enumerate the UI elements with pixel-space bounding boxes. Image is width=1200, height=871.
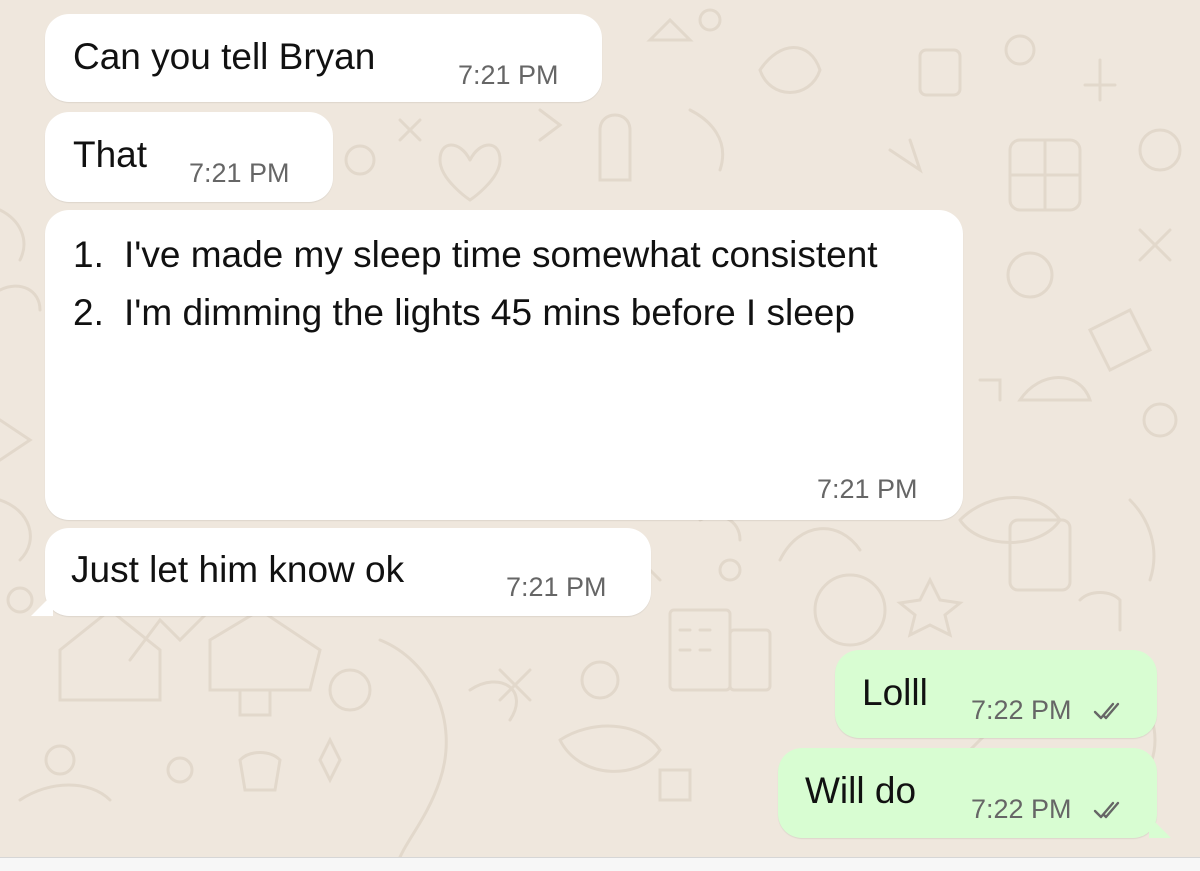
- message-timestamp: 7:22 PM: [971, 695, 1072, 725]
- incoming-message[interactable]: That 7:21 PM: [45, 112, 333, 202]
- list-item-number: 2.: [73, 292, 104, 333]
- bubble-tail: [31, 594, 53, 616]
- bubble-tail: [1149, 816, 1171, 838]
- list-item-text: I've made my sleep time somewhat consist…: [124, 234, 878, 275]
- outgoing-message[interactable]: Will do 7:22 PM: [778, 748, 1171, 838]
- double-check-icon: [1093, 801, 1120, 819]
- message-timestamp: 7:21 PM: [189, 158, 290, 188]
- incoming-message[interactable]: 1. I've made my sleep time somewhat cons…: [45, 210, 963, 520]
- message-text: That: [73, 134, 148, 175]
- incoming-message[interactable]: Can you tell Bryan 7:21 PM: [45, 14, 602, 102]
- message-text: Just let him know ok: [71, 549, 405, 590]
- message-text: Can you tell Bryan: [73, 36, 376, 77]
- message-timestamp: 7:21 PM: [817, 474, 918, 504]
- message-timestamp: 7:21 PM: [506, 572, 607, 602]
- message-text: Lolll: [862, 672, 928, 713]
- double-check-icon: [1093, 702, 1120, 720]
- list-item-number: 1.: [73, 234, 104, 275]
- list-item: 1. I've made my sleep time somewhat cons…: [73, 226, 884, 284]
- numbered-list: 1. I've made my sleep time somewhat cons…: [73, 226, 884, 342]
- conversation: Can you tell Bryan 7:21 PM That 7:21 PM …: [0, 0, 1200, 870]
- message-text: Will do: [805, 770, 917, 811]
- incoming-message[interactable]: Just let him know ok 7:21 PM: [31, 528, 651, 616]
- outgoing-message[interactable]: Lolll 7:22 PM: [835, 650, 1157, 738]
- message-timestamp: 7:21 PM: [458, 60, 559, 90]
- bottom-bar: [0, 857, 1200, 871]
- message-timestamp: 7:22 PM: [971, 794, 1072, 824]
- list-item: 2. I'm dimming the lights 45 mins before…: [73, 284, 884, 342]
- list-item-text: I'm dimming the lights 45 mins before I …: [124, 292, 855, 333]
